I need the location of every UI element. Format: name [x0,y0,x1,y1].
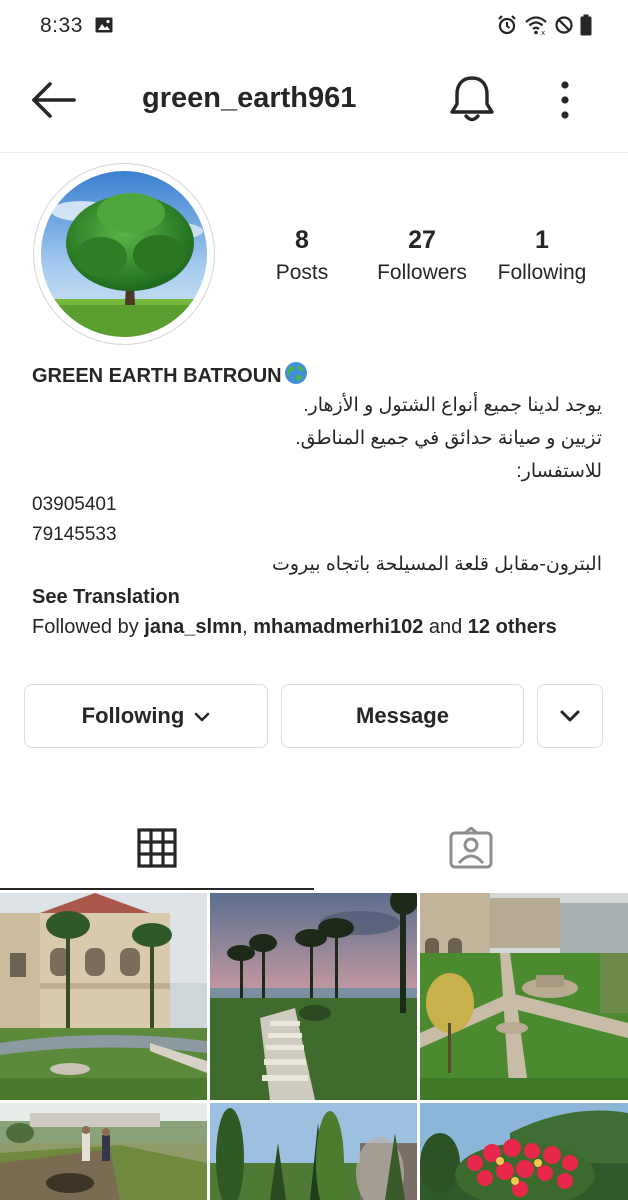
message-button-label: Message [356,703,449,728]
posts-label: Posts [275,261,329,284]
more-vertical-icon [552,81,578,126]
header-divider [0,152,628,153]
globe-icon [284,361,308,391]
tagged-person-icon [449,826,493,874]
back-button[interactable] [28,78,80,122]
post-thumbnail[interactable] [420,1103,628,1200]
followed-user-2: mhamadmerhi102 [253,616,424,638]
chevron-down-icon [559,703,581,729]
profile-avatar[interactable] [33,163,215,345]
following-label: Following [497,261,587,284]
posts-stat[interactable]: 8 Posts [242,226,362,285]
post-thumbnail[interactable] [420,893,628,1100]
following-button[interactable]: Following [24,684,268,748]
image-notification-icon [95,17,113,33]
tab-tagged[interactable] [314,810,628,890]
bio-line-1: يوجد لدينا جميع أنواع الشتول و الأزهار. [303,395,602,416]
following-count: 1 [535,226,549,254]
profile-header: green_earth961 [0,60,628,140]
wifi-icon: x [524,14,548,41]
post-thumbnail[interactable] [0,893,207,1100]
bio-line-3: للاستفسار: [516,461,602,482]
see-translation-link[interactable]: See Translation [32,582,602,612]
chevron-down-icon [194,703,210,729]
header-username: green_earth961 [142,82,357,114]
status-bar: 8:33 x [0,0,628,52]
suggested-accounts-button[interactable] [537,684,603,748]
followed-user-1: jana_slmn [144,616,243,638]
bell-icon [448,76,496,130]
do-not-disturb-icon [554,15,574,40]
active-tab-indicator [0,888,314,890]
bio-name-row: GREEN EARTH BATROUN [32,362,602,390]
followed-sep: , [242,616,254,638]
bio-line-2: تزيين و صيانة حدائق في جميع المناطق. [295,428,602,449]
alarm-icon [496,14,518,41]
message-button[interactable]: Message [281,684,524,748]
battery-icon [580,14,592,41]
status-icons: x [496,14,592,41]
bio-phone-2[interactable]: 79145533 [32,520,602,550]
followed-by-text[interactable]: Followed by jana_slmn, mhamadmerhi102 an… [32,612,602,642]
bio-name: GREEN EARTH BATROUN [32,364,282,387]
following-stat[interactable]: 1 Following [482,226,602,285]
followers-count: 27 [408,226,436,254]
tab-posts-grid[interactable] [0,810,314,890]
post-thumbnail[interactable] [210,1103,417,1200]
arrow-left-icon [28,82,80,126]
grid-icon [137,827,177,873]
bio-line-address: البترون-مقابل قلعة المسيلحة باتجاه بيروت [272,554,602,575]
post-thumbnail[interactable] [210,893,417,1100]
following-button-label: Following [81,703,185,728]
posts-grid [0,893,628,1200]
svg-text:x: x [541,29,545,36]
notifications-button[interactable] [448,74,496,126]
profile-bio: GREEN EARTH BATROUN يوجد لدينا جميع أنوا… [32,362,602,642]
more-options-button[interactable] [552,78,578,122]
status-time: 8:33 [40,14,83,37]
followers-label: Followers [377,261,467,284]
posts-count: 8 [295,226,309,254]
bio-phone-1[interactable]: 03905401 [32,490,602,520]
post-thumbnail[interactable] [0,1103,207,1200]
followed-and: and [423,616,468,638]
followed-by-prefix: Followed by [32,616,145,638]
followers-stat[interactable]: 27 Followers [362,226,482,285]
avatar-image [41,171,207,337]
followed-others: 12 others [467,616,557,638]
